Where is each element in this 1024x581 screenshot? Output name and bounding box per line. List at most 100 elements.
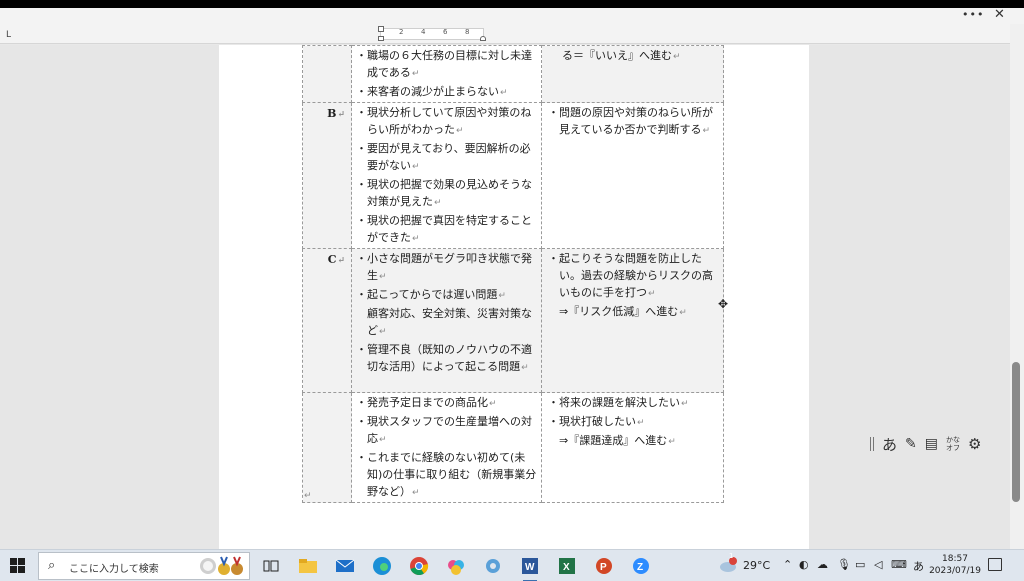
ime-mode-button[interactable]: あ	[882, 434, 897, 455]
row-label-cell[interactable]	[302, 392, 352, 503]
action-cell[interactable]: る＝『いいえ』へ進む↵	[541, 45, 724, 103]
ime-pad-icon[interactable]: ✎	[905, 436, 917, 452]
clock-time: 18:57	[942, 554, 968, 564]
ime-toolbar: あ ✎ ▤ かな オフ ⚙	[870, 432, 981, 456]
ruler-tick: 4	[421, 28, 426, 36]
ruler-tick: 2	[399, 28, 404, 36]
table-row: C↵ ・小さな問題がモグラ叩き状態で発生↵ ・起こってからでは遅い問題↵ 顧客対…	[302, 248, 724, 393]
list-item: ・小さな問題がモグラ叩き状態で発生↵	[356, 252, 532, 282]
weather-badge: 1	[729, 552, 734, 560]
notification-icon[interactable]	[988, 558, 1002, 571]
meet-icon[interactable]: ◐	[799, 558, 809, 571]
clock[interactable]: 18:57 2023/07/19	[928, 553, 982, 577]
document-table[interactable]: ・職場の６大任務の目標に対し未達成である↵ ・来客者の減少が止まらない↵ る＝『…	[302, 45, 724, 503]
first-line-indent-marker[interactable]	[378, 26, 384, 32]
list-item: ・現状打破したい↵	[548, 415, 645, 428]
edge-browser-icon[interactable]	[371, 555, 393, 577]
list-item: ⇒『課題達成』へ進む↵	[559, 434, 676, 447]
search-placeholder: ここに入力して検索	[69, 564, 159, 575]
scrollbar-thumb[interactable]	[1012, 362, 1020, 502]
volume-icon[interactable]: ◁	[874, 558, 882, 571]
paragraph-mark: ↵	[304, 491, 312, 501]
list-item: ・問題の原因や対策のねらい所が見えているか否かで判断する↵	[548, 106, 713, 136]
list-item: ・現状スタッフでの生産量増への対応↵	[356, 415, 532, 445]
title-bar: ••• ✕	[0, 7, 1024, 24]
svg-text:Z: Z	[637, 562, 643, 573]
right-indent-marker[interactable]	[480, 36, 486, 41]
more-options-button[interactable]: •••	[962, 8, 984, 21]
task-view-icon[interactable]	[260, 555, 282, 577]
word-icon[interactable]: W	[519, 555, 541, 581]
screen-top-strip	[0, 0, 1024, 8]
powerpoint-icon[interactable]: P	[593, 555, 615, 577]
table-row: ・発売予定日までの商品化↵ ・現状スタッフでの生産量増への対応↵ ・これまでに経…	[302, 392, 724, 503]
table-row: ・職場の６大任務の目標に対し未達成である↵ ・来客者の減少が止まらない↵ る＝『…	[302, 45, 724, 103]
clock-date: 2023/07/19	[929, 566, 981, 576]
row-label-cell[interactable]	[302, 45, 352, 103]
horizontal-ruler[interactable]: 2 4 6 8	[378, 26, 486, 41]
toy-app-icon[interactable]	[445, 555, 467, 577]
list-item: ・これまでに経験のない初めて(未知)の仕事に取り組む（新規事業分野など）↵	[356, 451, 537, 498]
ruler-tick: 6	[443, 28, 448, 36]
close-button[interactable]: ✕	[994, 7, 1005, 22]
condition-cell[interactable]: ・小さな問題がモグラ叩き状態で発生↵ ・起こってからでは遅い問題↵ 顧客対応、安…	[351, 248, 542, 393]
list-item: ⇒『リスク低減』へ進む↵	[559, 305, 687, 318]
list-item: ・来客者の減少が止まらない↵	[356, 85, 508, 98]
file-explorer-icon[interactable]	[297, 555, 319, 577]
kana-input-toggle[interactable]: かな オフ	[946, 436, 960, 452]
vertical-scrollbar[interactable]	[1010, 24, 1024, 549]
tab-selector[interactable]: L	[6, 30, 11, 40]
onedrive-icon[interactable]: ☁	[817, 558, 828, 571]
left-indent-marker[interactable]	[378, 36, 384, 41]
list-item: ・要因が見えており、要因解析の必要がない↵	[356, 142, 531, 172]
gear-icon[interactable]: ⚙	[968, 435, 981, 453]
taskbar: ⌕ ここに入力して検索 W X P Z 1 29°C ⌃ ◐ ☁ 🎙 ▭ ◁ ⌨…	[0, 549, 1024, 581]
row-label-cell[interactable]: C↵	[302, 248, 352, 393]
network-icon[interactable]: ▭	[855, 558, 865, 571]
ruler-row: L 2 4 6 8	[0, 24, 1024, 44]
search-icon: ⌕	[48, 558, 56, 573]
list-item: ・現状の把握で真因を特定することができた↵	[356, 214, 532, 244]
list-item: ・管理不良（既知のノウハウの不適切な活用）によって起こる問題↵	[356, 343, 532, 373]
settings-app-icon[interactable]	[482, 555, 504, 577]
condition-cell[interactable]: ・職場の６大任務の目標に対し未達成である↵ ・来客者の減少が止まらない↵	[351, 45, 542, 103]
row-label: B	[327, 107, 337, 120]
condition-cell[interactable]: ・発売予定日までの商品化↵ ・現状スタッフでの生産量増への対応↵ ・これまでに経…	[351, 392, 542, 503]
ruler-tick: 8	[465, 28, 470, 36]
condition-cell[interactable]: ・現状分析していて原因や対策のねらい所がわかった↵ ・要因が見えており、要因解析…	[351, 102, 542, 249]
list-item: ・起こりそうな問題を防止したい。過去の経験からリスクの高いものに手を打つ↵	[548, 252, 713, 299]
list-item: 顧客対応、安全対策、災害対策など↵	[367, 307, 532, 337]
row-label-cell[interactable]: B↵	[302, 102, 352, 249]
dictionary-icon[interactable]: ▤	[925, 436, 938, 452]
list-item: ・現状分析していて原因や対策のねらい所がわかった↵	[356, 106, 532, 136]
excel-icon[interactable]: X	[556, 555, 578, 577]
action-cell[interactable]: ・起こりそうな問題を防止したい。過去の経験からリスクの高いものに手を打つ↵ ⇒『…	[541, 248, 724, 393]
list-item: る＝『いいえ』へ進む↵	[562, 49, 681, 62]
svg-text:X: X	[563, 562, 570, 573]
list-item: ・将来の課題を解決したい↵	[548, 396, 689, 409]
start-button[interactable]	[10, 558, 26, 574]
svg-text:W: W	[525, 562, 535, 573]
microphone-icon[interactable]: 🎙	[837, 558, 851, 571]
keyboard-icon[interactable]: ⌨	[891, 558, 907, 571]
taskbar-search[interactable]: ⌕ ここに入力して検索	[38, 552, 250, 580]
search-highlight-icon	[200, 556, 243, 575]
list-item: ・職場の６大任務の目標に対し未達成である↵	[356, 49, 532, 79]
cloud-icon	[720, 557, 737, 572]
drag-handle[interactable]	[870, 437, 874, 451]
list-item: ・発売予定日までの商品化↵	[356, 396, 497, 409]
ime-indicator[interactable]: あ	[913, 558, 924, 574]
list-item: ・起こってからでは遅い問題↵	[356, 288, 506, 301]
table-row: B↵ ・現状分析していて原因や対策のねらい所がわかった↵ ・要因が見えており、要…	[302, 102, 724, 249]
row-label: C	[327, 253, 337, 266]
mail-icon[interactable]	[334, 555, 356, 577]
action-cell[interactable]: ・将来の課題を解決したい↵ ・現状打破したい↵ ⇒『課題達成』へ進む↵	[541, 392, 724, 503]
list-item: ・現状の把握で効果の見込めそうな対策が見えた↵	[356, 178, 532, 208]
chevron-up-icon[interactable]: ⌃	[783, 558, 792, 571]
svg-text:P: P	[600, 562, 607, 573]
chrome-browser-icon[interactable]	[408, 555, 430, 577]
weather-temp: 29°C	[743, 559, 771, 572]
zoom-app-icon[interactable]: Z	[630, 555, 652, 577]
action-cell[interactable]: ・問題の原因や対策のねらい所が見えているか否かで判断する↵	[541, 102, 724, 249]
move-cursor-icon: ✥	[718, 297, 729, 311]
